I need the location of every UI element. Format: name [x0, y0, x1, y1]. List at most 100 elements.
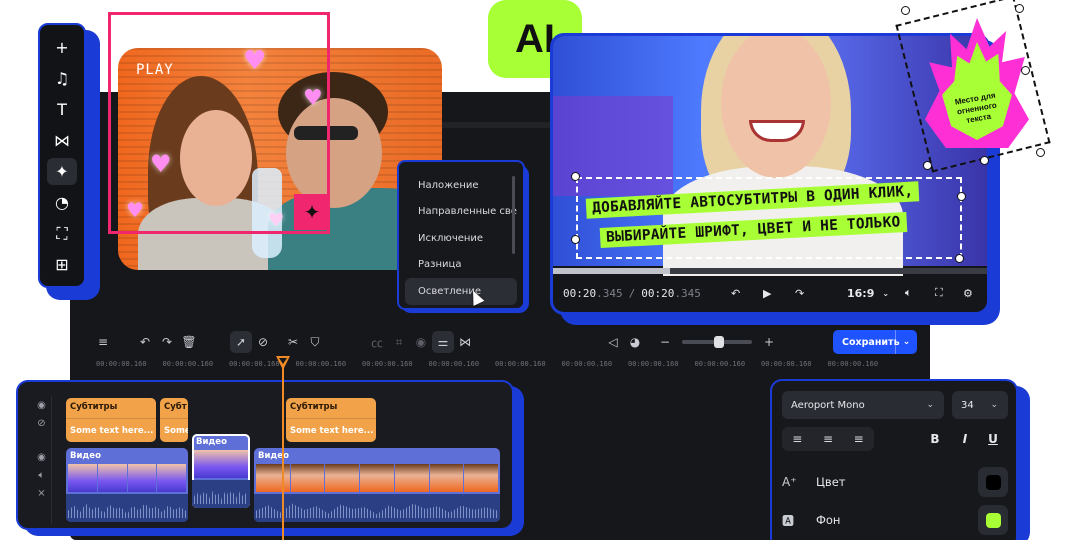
- clip-text: Some text here... Some: [70, 426, 156, 436]
- background-color-swatch[interactable]: [978, 505, 1008, 535]
- font-family-value: Aeroport Mono: [791, 399, 865, 411]
- plus-icon[interactable]: +: [47, 34, 77, 61]
- video-clip[interactable]: Видео: [254, 448, 500, 522]
- speaker-icon[interactable]: 🔈︎: [32, 466, 51, 484]
- audio-waveform: [192, 480, 250, 508]
- video-clip-selected[interactable]: Видео: [192, 434, 250, 508]
- bold-button[interactable]: B: [924, 427, 946, 451]
- current-time-ms: .345: [596, 286, 623, 300]
- video-clip[interactable]: Видео: [66, 448, 188, 522]
- font-size-select[interactable]: 34 ⌄: [952, 391, 1008, 419]
- play-icon[interactable]: ▶: [763, 280, 771, 306]
- resize-handle[interactable]: [923, 161, 932, 170]
- mute-icon[interactable]: ⨯: [32, 484, 51, 502]
- font-family-select[interactable]: Aeroport Mono ⌄: [782, 391, 944, 419]
- text-icon[interactable]: T: [47, 96, 77, 123]
- align-right-icon[interactable]: ≡: [854, 432, 864, 446]
- zoom-in-icon[interactable]: +: [758, 331, 780, 353]
- zoom-slider-knob[interactable]: [714, 336, 724, 348]
- resize-handle[interactable]: [571, 235, 580, 244]
- shield-icon[interactable]: ⛉: [304, 331, 326, 353]
- color-icon[interactable]: ◕: [624, 331, 646, 353]
- scissors-icon[interactable]: ✂: [282, 331, 304, 353]
- ruler-tick-label: 00:00:00.160: [295, 360, 347, 368]
- subtitle-clip[interactable]: Субтитры Some text here... Some: [286, 398, 376, 442]
- clip-text: Some: [164, 426, 188, 436]
- subtitle-clip[interactable]: Субт Some: [160, 398, 188, 442]
- clip-title: Видео: [196, 437, 227, 447]
- menu-scrollbar[interactable]: [512, 176, 515, 254]
- sparkle-icon[interactable]: ✦: [294, 194, 330, 230]
- align-center-icon[interactable]: ≡: [823, 432, 833, 446]
- timecode: 00:20.345 / 00:20.345: [563, 280, 701, 306]
- background-color-label: Фон: [816, 513, 841, 527]
- speed-icon[interactable]: ◉: [410, 331, 432, 353]
- transitions-icon[interactable]: ⋈: [47, 127, 77, 154]
- resize-handle[interactable]: [980, 156, 989, 165]
- ruler-tick-label: 00:00:00.160: [162, 360, 214, 368]
- crop-icon[interactable]: ⌗: [388, 331, 410, 353]
- resize-handle[interactable]: [571, 172, 580, 181]
- aspect-ratio-select[interactable]: 16:9 ⌄: [847, 280, 889, 306]
- magic-wand-icon[interactable]: ✦: [47, 158, 77, 185]
- chevron-down-icon[interactable]: ⌄: [895, 330, 917, 354]
- eye-icon[interactable]: ◉: [32, 396, 51, 414]
- forward-icon[interactable]: ↷: [795, 280, 804, 306]
- blend-menu-item[interactable]: Осветление: [405, 278, 517, 305]
- aspect-ratio-value: 16:9: [847, 286, 875, 300]
- filters-icon[interactable]: ◔: [47, 189, 77, 216]
- resize-handle[interactable]: [1036, 148, 1045, 157]
- hide-icon[interactable]: ⊘: [32, 414, 51, 432]
- audio-waveform: [66, 494, 188, 522]
- eye-icon[interactable]: ◉: [32, 448, 51, 466]
- timeline-ruler[interactable]: 00:00:00.160 00:00:00.160 00:00:00.160 00:0…: [96, 360, 896, 372]
- chevron-down-icon: ⌄: [926, 400, 934, 410]
- adjust-icon[interactable]: ⚌: [432, 331, 454, 353]
- resize-handle[interactable]: [1021, 66, 1030, 75]
- redo-icon[interactable]: ↷: [156, 331, 178, 353]
- rewind-icon[interactable]: ↶: [731, 280, 740, 306]
- blend-menu-item[interactable]: Направленные свет: [405, 199, 517, 226]
- resize-handle[interactable]: [957, 192, 966, 201]
- italic-button[interactable]: I: [954, 427, 976, 451]
- ruler-tick-label: 00:00:00.160: [96, 360, 147, 368]
- blend-menu-item[interactable]: Исключение: [405, 225, 517, 252]
- blend-menu-item[interactable]: Разница: [405, 252, 517, 279]
- resize-handle[interactable]: [955, 254, 964, 263]
- disable-icon[interactable]: ⊘: [252, 331, 274, 353]
- ruler-tick-label: 00:00:00.160: [827, 360, 879, 368]
- align-left-icon[interactable]: ≡: [792, 432, 802, 446]
- resize-handle[interactable]: [901, 6, 910, 15]
- resize-handle[interactable]: [1015, 4, 1024, 13]
- audio-detach-icon[interactable]: ◁: [602, 331, 624, 353]
- trash-icon[interactable]: 🗑︎: [178, 331, 200, 353]
- volume-icon[interactable]: 🔈︎: [905, 280, 912, 306]
- blend-menu-item[interactable]: Наложение: [405, 172, 517, 199]
- undo-icon[interactable]: ↶: [134, 331, 156, 353]
- current-time: 00:20: [563, 286, 597, 300]
- subtitle-clip[interactable]: Субтитры Some text here... Some: [66, 398, 156, 442]
- text-color-icon: A⁺: [782, 475, 797, 489]
- ruler-tick-label: 00:00:00.160: [561, 360, 613, 368]
- playback-progress-bar[interactable]: [553, 268, 987, 274]
- more-apps-icon[interactable]: ⊞: [47, 251, 77, 278]
- ruler-tick-label: 00:00:00.160: [628, 360, 679, 368]
- transition-icon[interactable]: ⋈: [454, 331, 476, 353]
- playhead[interactable]: [282, 357, 284, 540]
- zoom-slider[interactable]: [682, 336, 752, 348]
- stickers-icon[interactable]: ⛶: [47, 220, 77, 247]
- tool-rail: + ♫ T ⋈ ✦ ◔ ⛶ ⊞: [38, 23, 86, 288]
- save-button[interactable]: Сохранить ⌄: [833, 330, 917, 354]
- insert-icon[interactable]: ≡: [92, 331, 114, 353]
- music-icon[interactable]: ♫: [47, 65, 77, 92]
- fullscreen-icon[interactable]: ⛶: [935, 280, 943, 306]
- zoom-out-icon[interactable]: −: [654, 331, 676, 353]
- captions-icon[interactable]: ㏄: [366, 331, 388, 353]
- blend-mode-menu: Наложение Направленные свет Исключение Разн…: [397, 160, 525, 310]
- select-tool-icon[interactable]: ➚: [230, 331, 252, 353]
- text-color-swatch[interactable]: [978, 467, 1008, 497]
- track-controls: ◉ ⊘ ◉ 🔈︎ ⨯: [32, 396, 52, 524]
- font-size-value: 34: [961, 399, 974, 411]
- underline-button[interactable]: U: [982, 427, 1004, 451]
- settings-gear-icon[interactable]: ⚙: [963, 280, 973, 306]
